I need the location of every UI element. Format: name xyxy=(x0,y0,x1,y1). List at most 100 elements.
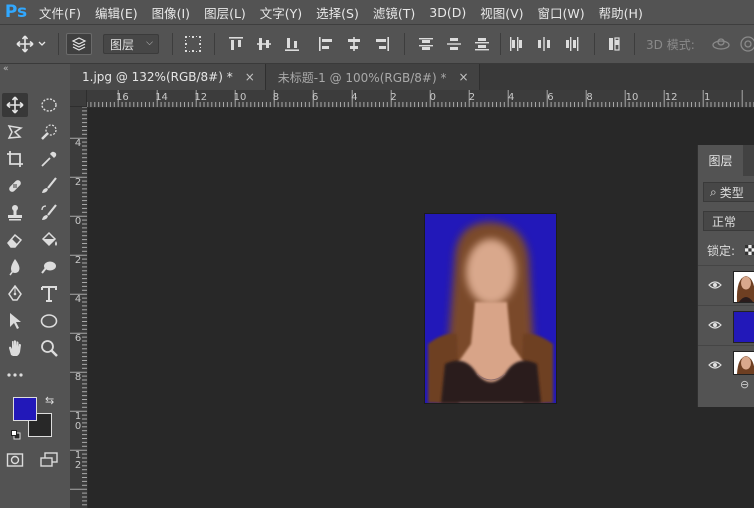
clone-stamp-tool[interactable] xyxy=(2,201,28,225)
close-icon[interactable]: × xyxy=(245,70,255,84)
edit-toolbar-icon[interactable] xyxy=(2,363,28,387)
options-separator xyxy=(634,33,635,55)
zoom-tool[interactable] xyxy=(36,336,62,360)
dodge-tool[interactable] xyxy=(36,255,62,279)
chevron-down-icon: ⌵ xyxy=(146,38,153,48)
canvas-workspace[interactable] xyxy=(88,108,754,508)
tab-document-1[interactable]: 1.jpg @ 132%(RGB/8#) * × xyxy=(70,64,266,90)
quick-mask-icon[interactable] xyxy=(2,448,28,472)
align-top-edges-icon[interactable] xyxy=(226,33,246,55)
layer-row[interactable] xyxy=(698,305,754,346)
transform-controls-icon[interactable] xyxy=(182,33,204,55)
menu-layer[interactable]: 图层(L) xyxy=(197,0,253,24)
auto-select-layers-icon[interactable] xyxy=(66,33,92,55)
eraser-tool[interactable] xyxy=(2,228,28,252)
eye-icon[interactable] xyxy=(708,320,722,330)
distribute-bottom-edges-icon[interactable] xyxy=(472,33,492,55)
menu-help[interactable]: 帮助(H) xyxy=(592,0,650,24)
menu-window[interactable]: 窗口(W) xyxy=(531,0,592,24)
ruler-tick-label: 14 xyxy=(155,92,168,103)
blur-tool[interactable] xyxy=(2,255,28,279)
ruler-tick-label: 4 xyxy=(74,138,82,149)
auto-align-layers-icon[interactable] xyxy=(604,33,624,55)
screen-mode-icon[interactable] xyxy=(36,448,62,472)
hand-tool[interactable] xyxy=(2,336,28,360)
options-separator xyxy=(214,33,215,55)
distribute-left-edges-icon[interactable] xyxy=(506,33,526,55)
tab-untitled-1[interactable]: 未标题-1 @ 100%(RGB/8#) * × xyxy=(265,64,480,90)
align-right-edges-icon[interactable] xyxy=(372,33,392,55)
crop-tool[interactable] xyxy=(2,147,28,171)
swap-colors-icon[interactable]: ⇆ xyxy=(45,394,54,407)
layer-filter-label: 类型 xyxy=(719,185,744,200)
document-canvas[interactable] xyxy=(425,214,556,403)
layer-row[interactable] xyxy=(698,345,754,378)
menu-select[interactable]: 选择(S) xyxy=(309,0,366,24)
align-horizontal-centers-icon[interactable] xyxy=(344,33,364,55)
ruler-tick-label: 2 xyxy=(390,92,397,103)
close-icon[interactable]: × xyxy=(458,70,468,84)
search-icon: ⌕ xyxy=(710,184,717,199)
ruler-tick-label: 10 xyxy=(233,92,247,103)
3d-roll-icon[interactable] xyxy=(738,33,754,55)
menu-view[interactable]: 视图(V) xyxy=(473,0,530,24)
auto-select-target-value: 图层 xyxy=(110,37,135,52)
distribute-vertical-centers-icon[interactable] xyxy=(444,33,464,55)
options-separator xyxy=(404,33,405,55)
type-tool[interactable] xyxy=(36,282,62,306)
spot-healing-brush-tool[interactable] xyxy=(2,174,28,198)
options-separator xyxy=(500,33,501,55)
layer-filter-dropdown[interactable]: ⌕ 类型 xyxy=(703,182,754,202)
ruler-tick-label: 2 xyxy=(74,255,82,266)
default-colors-icon[interactable] xyxy=(11,430,21,440)
tab-label: 未标题-1 @ 100%(RGB/8#) * xyxy=(277,70,447,85)
3d-orbit-icon[interactable] xyxy=(710,33,732,55)
distribute-right-edges-icon[interactable] xyxy=(562,33,582,55)
eye-icon[interactable] xyxy=(708,280,722,290)
lock-label: 锁定: xyxy=(707,244,736,258)
menu-filter[interactable]: 滤镜(T) xyxy=(366,0,422,24)
eyedropper-tool[interactable] xyxy=(36,147,62,171)
foreground-color-swatch[interactable] xyxy=(13,397,37,421)
lasso-tool[interactable] xyxy=(2,120,28,144)
eye-icon[interactable] xyxy=(708,360,722,370)
align-vertical-centers-icon[interactable] xyxy=(254,33,274,55)
ellipse-tool[interactable] xyxy=(36,309,62,333)
pen-tool[interactable] xyxy=(2,282,28,306)
align-bottom-edges-icon[interactable] xyxy=(282,33,302,55)
menu-image[interactable]: 图像(I) xyxy=(145,0,197,24)
align-left-edges-icon[interactable] xyxy=(316,33,336,55)
menu-type[interactable]: 文字(Y) xyxy=(253,0,309,24)
options-separator xyxy=(172,33,173,55)
ruler-tick-label: 16 xyxy=(116,92,129,103)
path-selection-tool[interactable] xyxy=(2,309,28,333)
ruler-ticks xyxy=(70,107,87,506)
menu-edit[interactable]: 编辑(E) xyxy=(88,0,145,24)
ruler-tick-label: 0 xyxy=(74,216,82,227)
vertical-ruler[interactable]: 4 2 0 2 4 6 8 1 0 1 2 xyxy=(70,107,88,508)
auto-select-target-dropdown[interactable]: 图层 ⌵ xyxy=(103,34,159,54)
lock-transparent-pixels-icon[interactable] xyxy=(745,245,754,255)
distribute-top-edges-icon[interactable] xyxy=(416,33,436,55)
brush-tool[interactable] xyxy=(36,174,62,198)
options-separator xyxy=(594,33,595,55)
ruler-tick-label: 6 xyxy=(547,92,554,103)
link-layers-icon[interactable]: ⊖ xyxy=(740,378,749,391)
layer-row[interactable] xyxy=(698,265,754,306)
tab-layers[interactable]: 图层 xyxy=(698,145,743,176)
ruler-origin[interactable] xyxy=(70,90,87,107)
menu-3d[interactable]: 3D(D) xyxy=(422,0,473,24)
paint-bucket-tool[interactable] xyxy=(36,228,62,252)
quick-selection-tool[interactable] xyxy=(36,120,62,144)
collapse-panel-icon[interactable]: « xyxy=(3,64,8,74)
elliptical-marquee-tool[interactable] xyxy=(36,93,62,117)
move-tool[interactable] xyxy=(2,93,28,117)
ruler-tick-label: 6 xyxy=(312,92,319,103)
ruler-tick-label: 4 xyxy=(74,294,82,305)
distribute-horizontal-centers-icon[interactable] xyxy=(534,33,554,55)
menu-file[interactable]: 文件(F) xyxy=(32,0,88,24)
move-tool-preset-icon[interactable] xyxy=(14,33,48,55)
horizontal-ruler[interactable]: 16 14 12 10 8 6 4 2 0 2 4 6 8 10 12 1 xyxy=(70,90,754,108)
blend-mode-dropdown[interactable]: 正常 xyxy=(703,211,754,231)
history-brush-tool[interactable] xyxy=(36,201,62,225)
